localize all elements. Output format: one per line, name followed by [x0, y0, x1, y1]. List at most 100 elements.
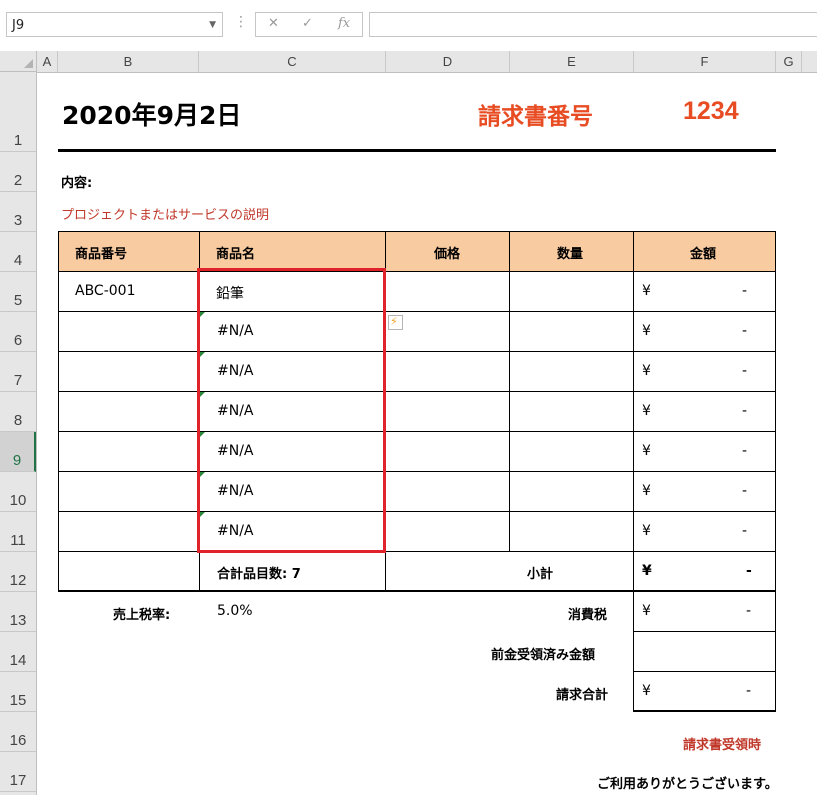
- table-line: [58, 471, 776, 472]
- tax-label[interactable]: 消費税: [568, 604, 607, 623]
- row-header-5[interactable]: 5: [0, 272, 36, 312]
- tax-amount[interactable]: -: [746, 603, 751, 619]
- table-line: [58, 231, 59, 592]
- row-number: 10: [9, 492, 27, 509]
- row-header-12[interactable]: 12: [0, 552, 36, 592]
- row-header-9[interactable]: 9: [0, 432, 36, 472]
- chevron-down-icon[interactable]: ▼: [209, 13, 216, 38]
- row-number: 7: [13, 372, 23, 389]
- insert-function-icon[interactable]: fx: [338, 16, 350, 31]
- row-header-3[interactable]: 3: [0, 192, 36, 232]
- table-line: [58, 271, 776, 272]
- row-header-6[interactable]: 6: [0, 312, 36, 352]
- item-yen[interactable]: ¥: [642, 523, 651, 539]
- header-item-name[interactable]: 商品名: [216, 243, 255, 262]
- tax-rate-value[interactable]: 5.0%: [217, 603, 253, 619]
- formula-input[interactable]: [369, 12, 817, 37]
- item-code[interactable]: ABC-001: [75, 283, 135, 299]
- receipt-label[interactable]: 請求書受領時: [683, 734, 761, 753]
- row-header-10[interactable]: 10: [0, 472, 36, 512]
- item-amount[interactable]: -: [742, 443, 747, 459]
- invoice-number[interactable]: 1234: [683, 97, 739, 126]
- row-header-14[interactable]: 14: [0, 632, 36, 672]
- cancel-icon[interactable]: ✕: [268, 16, 279, 31]
- item-count[interactable]: 合計品目数: 7: [217, 563, 301, 582]
- header-amount[interactable]: 金額: [690, 243, 716, 262]
- column-header-d[interactable]: D: [386, 51, 510, 72]
- column-headers: A B C D E F G: [0, 51, 817, 73]
- item-yen[interactable]: ¥: [642, 403, 651, 419]
- row-header-11[interactable]: 11: [0, 512, 36, 552]
- item-yen[interactable]: ¥: [642, 483, 651, 499]
- item-yen[interactable]: ¥: [642, 323, 651, 339]
- table-line: [775, 231, 776, 592]
- item-amount[interactable]: -: [742, 523, 747, 539]
- row-number: 12: [9, 572, 27, 589]
- content-description[interactable]: プロジェクトまたはサービスの説明: [61, 204, 269, 223]
- row-header-13[interactable]: 13: [0, 592, 36, 632]
- item-amount[interactable]: -: [742, 403, 747, 419]
- invoice-date[interactable]: 2020年9月2日: [62, 96, 241, 132]
- select-all-icon: [24, 59, 33, 68]
- error-smart-tag[interactable]: ⚡: [388, 315, 403, 330]
- row-header-17[interactable]: 17: [0, 752, 36, 792]
- column-header-a[interactable]: A: [37, 51, 58, 72]
- row-number: 17: [9, 772, 27, 789]
- drag-handle-icon[interactable]: ⋮: [234, 14, 248, 30]
- row-header-1[interactable]: 1: [0, 72, 36, 152]
- invoice-number-label[interactable]: 請求書番号: [478, 97, 593, 131]
- table-line: [58, 511, 776, 512]
- total-yen[interactable]: ¥: [642, 683, 651, 699]
- column-header-c[interactable]: C: [199, 51, 386, 72]
- row-header-8[interactable]: 8: [0, 392, 36, 432]
- summary-line: [633, 631, 776, 632]
- summary-line: [633, 710, 776, 712]
- tax-rate-label[interactable]: 売上税率:: [113, 604, 170, 623]
- row-header-2[interactable]: 2: [0, 152, 36, 192]
- row-header-4[interactable]: 4: [0, 232, 36, 272]
- table-line: [58, 311, 776, 312]
- item-amount[interactable]: -: [742, 323, 747, 339]
- thanks-message[interactable]: ご利用ありがとうございます。: [597, 773, 778, 792]
- prepaid-label[interactable]: 前金受領済み金額: [491, 644, 595, 663]
- item-yen[interactable]: ¥: [642, 443, 651, 459]
- subtotal-label[interactable]: 小計: [527, 563, 553, 582]
- subtotal-yen[interactable]: ¥: [642, 563, 652, 579]
- table-line: [633, 231, 634, 592]
- subtotal-amount[interactable]: -: [746, 563, 752, 579]
- total-label[interactable]: 請求合計: [556, 684, 608, 703]
- column-header-b[interactable]: B: [58, 51, 199, 72]
- item-amount[interactable]: -: [742, 483, 747, 499]
- row-number: 4: [13, 252, 23, 269]
- table-line: [58, 391, 776, 392]
- item-yen[interactable]: ¥: [642, 363, 651, 379]
- item-amount[interactable]: -: [742, 283, 747, 299]
- item-yen[interactable]: ¥: [642, 283, 651, 299]
- table-line: [58, 351, 776, 352]
- row-number: 13: [9, 612, 27, 629]
- item-amount[interactable]: -: [742, 363, 747, 379]
- tax-yen[interactable]: ¥: [642, 603, 651, 619]
- name-box-value: J9: [12, 18, 25, 33]
- column-header-f[interactable]: F: [634, 51, 776, 72]
- summary-line: [775, 592, 776, 712]
- select-all-button[interactable]: [0, 51, 37, 72]
- header-price[interactable]: 価格: [434, 243, 460, 262]
- row-header-7[interactable]: 7: [0, 352, 36, 392]
- column-header-g[interactable]: G: [776, 51, 802, 72]
- table-header-background: [58, 232, 776, 272]
- header-item-code[interactable]: 商品番号: [75, 243, 127, 262]
- enter-icon[interactable]: ✓: [302, 16, 313, 31]
- title-divider: [58, 149, 776, 152]
- row-number: 9: [12, 452, 22, 469]
- row-number: 15: [9, 692, 27, 709]
- header-quantity[interactable]: 数量: [557, 243, 583, 262]
- total-amount[interactable]: -: [746, 683, 751, 699]
- name-box[interactable]: J9 ▼: [6, 12, 223, 37]
- row-number: 1: [13, 132, 23, 149]
- content-label[interactable]: 内容:: [61, 172, 92, 191]
- row-header-15[interactable]: 15: [0, 672, 36, 712]
- row-header-16[interactable]: 16: [0, 712, 36, 752]
- row-number: 6: [13, 332, 23, 349]
- column-header-e[interactable]: E: [510, 51, 634, 72]
